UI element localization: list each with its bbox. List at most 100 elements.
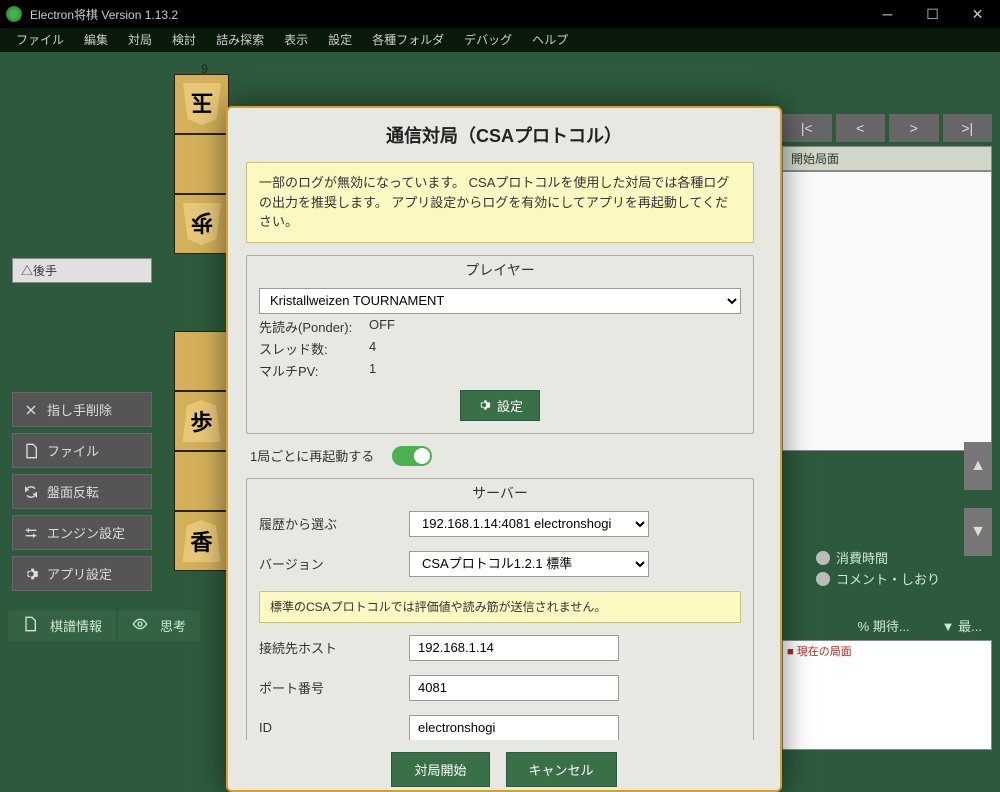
shogi-piece[interactable]: 歩 (183, 400, 221, 442)
toggle-knob (414, 448, 430, 464)
restart-toggle-row: 1局ごとに再起動する (246, 446, 754, 466)
log-warning: 一部のログが無効になっています。 CSAプロトコルを使用した対局では各種ログの出… (246, 162, 754, 243)
app-button[interactable]: アプリ設定 (12, 556, 152, 591)
threads-value: 4 (369, 339, 376, 358)
nav-last-button[interactable]: >| (943, 114, 993, 142)
undo-button[interactable]: 指し手削除 (12, 392, 152, 427)
restart-toggle[interactable] (392, 446, 432, 466)
cancel-button[interactable]: キャンセル (506, 752, 617, 787)
board-cell[interactable] (174, 331, 229, 391)
menu-表示[interactable]: 表示 (274, 28, 318, 52)
titlebar: Electron将棋 Version 1.13.2 ─ ☐ ✕ (0, 0, 1000, 28)
ponder-value: OFF (369, 317, 395, 336)
id-input[interactable] (409, 715, 619, 741)
right-panel: |< < > >| 開始局面 (782, 114, 992, 451)
server-fieldset: サーバー 履歴から選ぶ 192.168.1.14:4081 electronsh… (246, 478, 754, 741)
nav-next-button[interactable]: > (889, 114, 939, 142)
maximize-button[interactable]: ☐ (910, 0, 955, 28)
flip-button[interactable]: 盤面反転 (12, 474, 152, 509)
menubar: ファイル編集対局検討詰み探索表示設定各種フォルダデバッグヘルプ (0, 28, 1000, 52)
menu-各種フォルダ[interactable]: 各種フォルダ (362, 28, 454, 52)
port-input[interactable] (409, 675, 619, 701)
multipv-value: 1 (369, 361, 376, 380)
radio-comment[interactable]: コメント・しおり (816, 569, 940, 588)
player-heading: プレイヤー (259, 260, 741, 280)
moves-list[interactable] (782, 171, 992, 451)
engine-select[interactable]: Kristallweizen TOURNAMENT (259, 288, 741, 314)
menu-ファイル[interactable]: ファイル (6, 28, 74, 52)
tab-thinking[interactable]: 思考 (118, 610, 200, 641)
window-title: Electron将棋 Version 1.13.2 (30, 6, 178, 23)
player-settings-button[interactable]: 設定 (460, 390, 540, 421)
menu-設定[interactable]: 設定 (318, 28, 362, 52)
shogi-piece[interactable]: 玉 (183, 83, 221, 125)
left-tabs: 棋譜情報思考 (8, 610, 200, 641)
gear-icon (23, 566, 39, 582)
eye-icon (132, 616, 154, 635)
scroll-up-button[interactable]: ▲ (964, 442, 992, 490)
csa-dialog: 通信対局（CSAプロトコル） 一部のログが無効になっています。 CSAプロトコル… (226, 106, 782, 792)
board-cell[interactable]: 香 (174, 511, 229, 571)
app-icon (6, 6, 22, 22)
close-button[interactable]: ✕ (955, 0, 1000, 28)
ponder-label: 先読み(Ponder): (259, 317, 369, 336)
shogi-piece[interactable]: 歩 (183, 203, 221, 245)
shogi-piece[interactable]: 香 (183, 520, 221, 562)
host-label: 接続先ホスト (259, 638, 409, 657)
radio-icon (816, 572, 830, 586)
side-buttons: 指し手削除ファイル盤面反転エンジン設定アプリ設定 (12, 392, 152, 597)
dialog-title: 通信対局（CSAプロトコル） (246, 122, 762, 148)
tab-record-info[interactable]: 棋譜情報 (8, 610, 116, 641)
tab-best[interactable]: ▼ 最... (932, 610, 992, 641)
doc-icon (23, 443, 39, 459)
board-cell[interactable]: 歩 (174, 391, 229, 451)
nav-prev-button[interactable]: < (836, 114, 886, 142)
display-radios: 消費時間 コメント・しおり (816, 548, 940, 590)
threads-label: スレッド数: (259, 339, 369, 358)
doc-icon (22, 616, 44, 635)
file-button[interactable]: ファイル (12, 433, 152, 468)
board-cell[interactable]: 歩 (174, 194, 229, 254)
x-icon (23, 402, 39, 418)
board-column: 歩 香 (174, 331, 229, 571)
version-select[interactable]: CSAプロトコル1.2.1 標準 (409, 551, 649, 577)
engine-button[interactable]: エンジン設定 (12, 515, 152, 550)
menu-ヘルプ[interactable]: ヘルプ (522, 28, 578, 52)
start-game-button[interactable]: 対局開始 (391, 752, 489, 787)
gear-icon (477, 398, 491, 412)
nav-first-button[interactable]: |< (782, 114, 832, 142)
restart-label: 1局ごとに再起動する (250, 446, 374, 465)
menu-検討[interactable]: 検討 (162, 28, 206, 52)
history-select[interactable]: 192.168.1.14:4081 electronshogi (409, 511, 649, 537)
board-cell[interactable] (174, 451, 229, 511)
dialog-body[interactable]: 一部のログが無効になっています。 CSAプロトコルを使用した対局では各種ログの出… (246, 162, 762, 740)
version-label: バージョン (259, 554, 409, 573)
tab-expectation[interactable]: % 期待... (848, 610, 920, 641)
scroll-down-button[interactable]: ▼ (964, 508, 992, 556)
right-tabs: % 期待... ▼ 最... (848, 610, 992, 641)
menu-デバッグ[interactable]: デバッグ (454, 28, 522, 52)
hand-label: △後手 (12, 258, 152, 283)
id-label: ID (259, 720, 409, 735)
menu-対局[interactable]: 対局 (118, 28, 162, 52)
sliders-icon (23, 525, 39, 541)
player-fieldset: プレイヤー Kristallweizen TOURNAMENT 先読み(Pond… (246, 255, 754, 434)
refresh-icon (23, 484, 39, 500)
board-cell[interactable] (174, 134, 229, 194)
radio-time[interactable]: 消費時間 (816, 548, 940, 567)
multipv-label: マルチPV: (259, 361, 369, 380)
server-heading: サーバー (259, 483, 741, 503)
board-cell[interactable]: 玉 (174, 74, 229, 134)
host-input[interactable] (409, 635, 619, 661)
radio-icon (816, 551, 830, 565)
eval-grid: ■ 現在の局面 (782, 640, 992, 750)
history-label: 履歴から選ぶ (259, 514, 409, 533)
moves-header: 開始局面 (782, 146, 992, 171)
current-position-label: ■ 現在の局面 (783, 641, 991, 661)
protocol-warning: 標準のCSAプロトコルでは評価値や読み筋が送信されません。 (259, 591, 741, 623)
menu-編集[interactable]: 編集 (74, 28, 118, 52)
port-label: ポート番号 (259, 678, 409, 697)
menu-詰み探索[interactable]: 詰み探索 (206, 28, 274, 52)
board-column: 玉 歩 (174, 74, 229, 254)
minimize-button[interactable]: ─ (865, 0, 910, 28)
